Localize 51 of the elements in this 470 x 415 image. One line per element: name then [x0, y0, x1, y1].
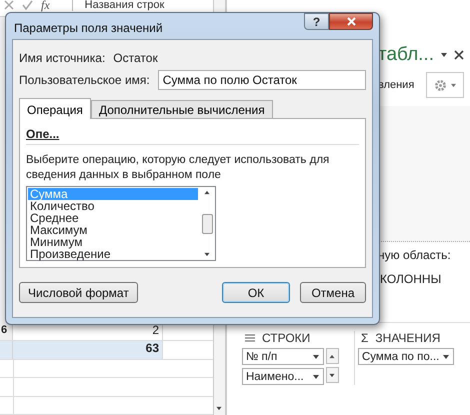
dropdown-icon — [312, 354, 320, 360]
dropdown-icon — [312, 374, 320, 380]
formula-text: Названия строк — [72, 0, 164, 11]
scroll-thumb[interactable] — [202, 214, 212, 234]
source-label: Имя источника: — [19, 51, 106, 65]
close-icon — [346, 17, 356, 26]
function-label[interactable]: fx — [41, 0, 50, 11]
gear-icon — [434, 78, 446, 92]
help-button[interactable]: ? — [304, 13, 329, 30]
value-field[interactable]: Сумма по по... — [358, 348, 454, 365]
up-arrow-icon — [328, 354, 336, 358]
scroll-up-icon[interactable] — [203, 190, 211, 195]
scroll-up-button[interactable] — [326, 348, 339, 364]
sigma-icon: Σ — [361, 331, 368, 345]
list-item[interactable]: Минимум — [28, 236, 198, 248]
down-arrow-icon[interactable] — [215, 406, 224, 411]
tab[interactable]: Операция — [19, 98, 91, 119]
section-title: Опе... — [26, 123, 359, 145]
panel-title: табл... — [378, 44, 434, 66]
scroll-down-button[interactable] — [326, 367, 339, 383]
list-item[interactable]: Произведение — [28, 248, 198, 260]
row-header: 6 — [0, 322, 13, 340]
number-format-button[interactable]: Числовой формат — [19, 282, 138, 303]
check-icon[interactable] — [22, 0, 33, 10]
list-item[interactable]: Количество — [28, 200, 198, 212]
source-value: Остаток — [113, 51, 158, 65]
cancel-button[interactable]: Отмена — [300, 282, 366, 303]
custom-name-label: Пользовательское имя: — [19, 73, 150, 87]
down-arrow-icon — [328, 372, 336, 378]
values-label: ЗНАЧЕНИЯ — [375, 331, 440, 345]
list-item[interactable]: Максимум — [28, 224, 198, 236]
rows-icon — [244, 334, 255, 342]
operation-list[interactable]: Сумма Количество Среднее Максимум Минимум Произведение — [26, 186, 216, 261]
window-title: Параметры поля значений — [13, 20, 163, 35]
table-cell: 63 — [13, 341, 163, 359]
columns-label: КОЛОННЫ — [380, 272, 442, 286]
dropdown-icon[interactable] — [440, 52, 448, 58]
ok-button[interactable]: ОК — [222, 282, 290, 303]
dropdown-icon — [442, 354, 450, 360]
close-button[interactable] — [329, 13, 373, 30]
settings-button[interactable] — [426, 72, 464, 98]
rows-label: СТРОКИ — [262, 331, 310, 345]
custom-name-field[interactable]: Сумма по полю Остаток — [158, 70, 366, 90]
row-field[interactable]: Наимено... — [242, 368, 324, 385]
close-icon[interactable] — [454, 50, 464, 60]
caret-icon — [450, 82, 456, 88]
scroll-down-icon[interactable] — [203, 252, 211, 257]
tab[interactable]: Дополнительные вычисления — [90, 100, 273, 118]
description-text: Выберите операцию, которую следует использовать для сведения данных в выбранном поле — [26, 153, 330, 183]
row-field[interactable]: № п/п — [242, 348, 324, 365]
list-item[interactable]: Среднее — [28, 212, 198, 224]
